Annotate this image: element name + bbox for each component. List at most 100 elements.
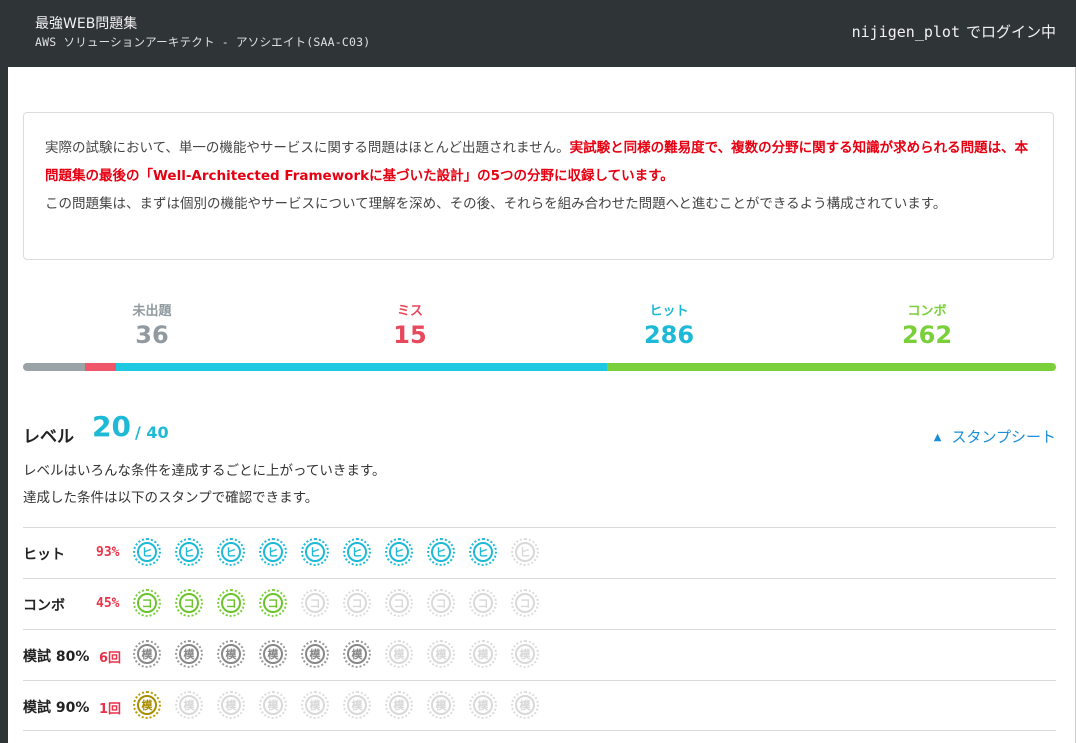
- app-title: 最強WEB問題集: [35, 16, 138, 32]
- left-edge-bar: [0, 67, 8, 743]
- stamp-earned-icon: 模: [343, 640, 371, 668]
- stamp-earned-icon: ヒ: [175, 538, 203, 566]
- stamp-empty-icon: 模: [469, 691, 497, 719]
- stamp-glyph: ヒ: [221, 542, 241, 562]
- stamp-glyph: 模: [431, 644, 451, 664]
- stamp-glyph: 模: [347, 695, 367, 715]
- stamp-earned-icon: ヒ: [469, 538, 497, 566]
- triangle-up-icon: ▲: [933, 432, 942, 443]
- stamp-glyph: コ: [473, 593, 493, 613]
- stamp-empty-icon: 模: [511, 691, 539, 719]
- stamp-glyph: 模: [515, 695, 535, 715]
- stamp-earned-icon: 模: [259, 640, 287, 668]
- stamp-sheet-label: スタンプシート: [951, 428, 1056, 446]
- stamp-glyph: コ: [179, 593, 199, 613]
- level-label: レベル: [23, 427, 74, 447]
- stat-label: コンボ: [907, 304, 947, 319]
- stamp-glyph: コ: [221, 593, 241, 613]
- stat-value: 36: [135, 321, 169, 349]
- stamp-glyph: 模: [179, 644, 199, 664]
- stamp-earned-icon: ヒ: [301, 538, 329, 566]
- stamp-earned-icon: ヒ: [217, 538, 245, 566]
- stamp-empty-icon: 模: [385, 691, 413, 719]
- row-name: 模試 90%: [23, 700, 90, 716]
- stamp-list: 模模模模模模模模模模: [133, 640, 553, 668]
- stamp-glyph: 模: [473, 695, 493, 715]
- stamp-empty-icon: 模: [469, 640, 497, 668]
- stamp-earned-icon: コ: [175, 589, 203, 617]
- stamp-glyph: 模: [473, 644, 493, 664]
- stamp-glyph: ヒ: [179, 542, 199, 562]
- stamp-row-mock-90: 模試 90% 1回 模 模 模 模 模 模 模 模 模 模: [23, 680, 1056, 731]
- stamp-row-mock-80: 模試 80% 6回 模 模 模 模 模 模 模 模 模 模: [23, 629, 1056, 680]
- stat-hit: ヒット 286: [540, 300, 798, 349]
- stamp-empty-icon: コ: [343, 589, 371, 617]
- progress-segment-hit: [115, 363, 607, 371]
- stamp-empty-icon: 模: [259, 691, 287, 719]
- stamp-sheet-link[interactable]: ▲ スタンプシート: [934, 426, 1056, 447]
- username[interactable]: nijigen_plot: [852, 23, 960, 41]
- stamp-empty-icon: コ: [511, 589, 539, 617]
- level-desc-line-2: 達成した条件は以下のスタンプで確認できます。: [23, 490, 319, 506]
- stat-value: 262: [901, 321, 953, 349]
- login-suffix: でログイン中: [965, 23, 1056, 41]
- stamp-glyph: 模: [263, 695, 283, 715]
- stamp-glyph: コ: [431, 593, 451, 613]
- stamp-empty-icon: ヒ: [511, 538, 539, 566]
- stamp-empty-icon: 模: [427, 691, 455, 719]
- stamp-glyph: コ: [515, 593, 535, 613]
- stamp-earned-icon: コ: [217, 589, 245, 617]
- row-name: ヒット: [23, 547, 65, 563]
- row-stat: 45%: [96, 596, 120, 611]
- level-current: 20: [92, 410, 131, 443]
- progress-segment-miss: [84, 363, 116, 371]
- stat-value: 286: [643, 321, 695, 349]
- notice-box: 実際の試験において、単一の機能やサービスに関する問題はほとんど出題されません。実…: [23, 112, 1054, 260]
- stamp-glyph: ヒ: [389, 542, 409, 562]
- stamp-glyph: 模: [221, 644, 241, 664]
- stamp-empty-icon: コ: [385, 589, 413, 617]
- stamp-empty-icon: 模: [343, 691, 371, 719]
- stamp-glyph: ヒ: [431, 542, 451, 562]
- stamp-glyph: ヒ: [473, 542, 493, 562]
- exam-subtitle: AWS ソリューションアーキテクト - アソシエイト(SAA-C03): [35, 35, 371, 49]
- stamp-glyph: コ: [137, 593, 157, 613]
- stamp-glyph: 模: [389, 695, 409, 715]
- stamp-glyph: 模: [347, 644, 367, 664]
- stamp-list: 模模模模模模模模模模: [133, 691, 553, 719]
- row-stat: 93%: [96, 545, 120, 560]
- stamp-earned-icon: コ: [133, 589, 161, 617]
- stamp-row-combo: コンボ 45% コ コ コ コ コ コ コ コ コ コ: [23, 578, 1056, 629]
- stamp-glyph: ヒ: [347, 542, 367, 562]
- row-stat: 1回: [99, 702, 122, 717]
- level-max: / 40: [135, 423, 169, 442]
- stamp-glyph: 模: [137, 644, 157, 664]
- progress-segment-combo: [606, 363, 1056, 371]
- stat-label: 未出題: [132, 304, 172, 319]
- stamp-list: ココココココココココ: [133, 589, 553, 617]
- stamp-glyph: 模: [179, 695, 199, 715]
- row-stat: 6回: [99, 651, 122, 666]
- stamp-empty-icon: 模: [427, 640, 455, 668]
- stamp-glyph: 模: [305, 644, 325, 664]
- stamp-glyph: 模: [221, 695, 241, 715]
- stamp-glyph: ヒ: [263, 542, 283, 562]
- level-description: レベルはいろんな条件を達成するごとに上がっていきます。 達成した条件は以下のスタ…: [23, 458, 385, 512]
- stamp-earned-icon: 模: [301, 640, 329, 668]
- stat-unanswered: 未出題 36: [23, 300, 281, 349]
- stat-value: 15: [393, 321, 427, 349]
- stamp-glyph: コ: [389, 593, 409, 613]
- stamp-row-hit: ヒット 93% ヒ ヒ ヒ ヒ ヒ ヒ ヒ ヒ ヒ ヒ: [23, 527, 1056, 578]
- stamp-glyph: ヒ: [515, 542, 535, 562]
- stamp-glyph: 模: [137, 695, 157, 715]
- app-header: 最強WEB問題集 AWS ソリューションアーキテクト - アソシエイト(SAA-…: [0, 0, 1076, 67]
- level-desc-line-1: レベルはいろんな条件を達成するごとに上がっていきます。: [23, 463, 386, 479]
- stamp-empty-icon: コ: [469, 589, 497, 617]
- stat-combo: コンボ 262: [798, 300, 1056, 349]
- stat-label: ヒット: [649, 304, 689, 319]
- notice-text-3: この問題集は、まずは個別の機能やサービスについて理解を深め、その後、それらを組み…: [45, 196, 947, 212]
- stamp-list: ヒヒヒヒヒヒヒヒヒヒ: [133, 538, 553, 566]
- stamp-earned-icon: 模: [133, 640, 161, 668]
- stamp-glyph: ヒ: [137, 542, 157, 562]
- stamp-glyph: ヒ: [305, 542, 325, 562]
